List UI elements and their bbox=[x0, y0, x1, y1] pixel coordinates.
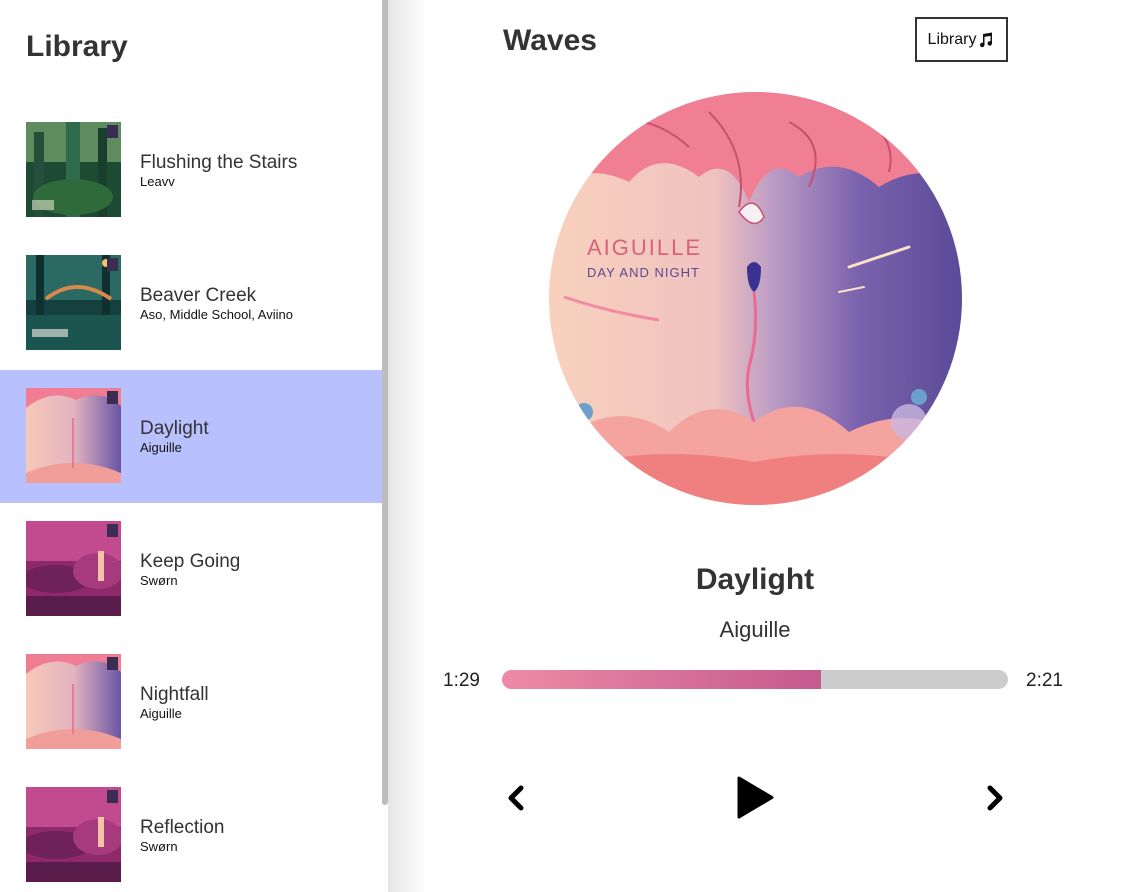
song-artist: Swørn bbox=[140, 573, 178, 588]
song-list: Flushing the Stairs Leavv Beaver Creek A… bbox=[0, 104, 382, 892]
now-playing-title: Daylight bbox=[695, 563, 815, 596]
song-item[interactable]: Reflection Swørn bbox=[0, 769, 382, 892]
album-cover bbox=[26, 255, 121, 350]
album-art-album: DAY AND NIGHT bbox=[587, 265, 700, 280]
library-panel: Library Flushing the Stairs Leavv Beaver… bbox=[0, 0, 382, 892]
song-item[interactable]: Nightfall Aiguille bbox=[0, 636, 382, 769]
library-toggle-button[interactable]: Library bbox=[915, 17, 1008, 62]
song-item[interactable]: Keep Going Swørn bbox=[0, 503, 382, 636]
library-title: Library bbox=[26, 30, 128, 63]
album-cover bbox=[26, 521, 121, 616]
song-title: Reflection bbox=[140, 817, 225, 838]
album-art-band: AIGUILLE bbox=[587, 235, 702, 260]
album-cover bbox=[26, 122, 121, 217]
app-title: Waves bbox=[503, 24, 597, 57]
song-artist: Aiguille bbox=[140, 706, 182, 721]
sidebar-shadow bbox=[388, 0, 428, 892]
album-cover bbox=[26, 654, 121, 749]
album-cover bbox=[26, 388, 121, 483]
song-item-selected[interactable]: Daylight Aiguille bbox=[0, 370, 382, 503]
current-time: 1:29 bbox=[443, 670, 480, 691]
song-artist: Swørn bbox=[140, 839, 178, 854]
library-button-label: Library bbox=[927, 30, 977, 48]
song-title: Daylight bbox=[140, 418, 209, 439]
song-artist: Aiguille bbox=[140, 440, 182, 455]
song-artist: Aso, Middle School, Aviino bbox=[140, 307, 293, 322]
song-item[interactable]: Flushing the Stairs Leavv bbox=[0, 104, 382, 237]
total-time: 2:21 bbox=[1026, 670, 1063, 691]
album-art: AIGUILLE DAY AND NIGHT bbox=[549, 92, 962, 505]
chevron-left-icon[interactable] bbox=[503, 783, 529, 813]
music-note-icon bbox=[980, 32, 993, 47]
song-artist: Leavv bbox=[140, 174, 175, 189]
song-item[interactable]: Beaver Creek Aso, Middle School, Aviino bbox=[0, 237, 382, 370]
progress-fill bbox=[502, 670, 821, 689]
song-title: Beaver Creek bbox=[140, 285, 257, 306]
song-title: Nightfall bbox=[140, 684, 209, 705]
chevron-right-icon[interactable] bbox=[982, 783, 1008, 813]
album-cover bbox=[26, 787, 121, 882]
song-title: Keep Going bbox=[140, 551, 241, 572]
now-playing-artist: Aiguille bbox=[719, 617, 791, 642]
song-title: Flushing the Stairs bbox=[140, 152, 298, 173]
progress-bar[interactable] bbox=[502, 670, 1008, 689]
play-icon[interactable] bbox=[735, 775, 775, 820]
